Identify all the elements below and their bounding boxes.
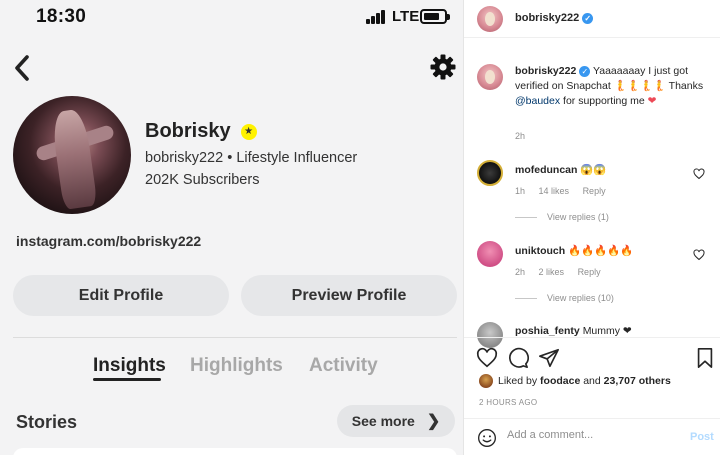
comment-time: 1h <box>515 186 526 196</box>
comment-time: 2h <box>515 267 526 277</box>
share-icon[interactable] <box>538 347 560 369</box>
edit-profile-button[interactable]: Edit Profile <box>13 275 229 316</box>
divider <box>13 337 457 338</box>
comment-meta: 1h 14 likes Reply <box>515 186 617 196</box>
caption-username[interactable]: bobrisky222 <box>515 65 576 77</box>
caption-mention[interactable]: @baudex <box>515 95 560 107</box>
bookmark-icon[interactable] <box>694 347 716 369</box>
tab-activity[interactable]: Activity <box>309 355 378 377</box>
see-more-button[interactable]: See more ❯ <box>337 405 455 437</box>
instagram-post-panel: bobrisky222 ✓ bobrisky222 ✓ Yaaaaaaay I ju… <box>463 0 720 455</box>
comment-text: mofeduncan 😱😱 <box>515 163 607 176</box>
commenter-avatar[interactable] <box>477 160 503 186</box>
caption-timestamp: 2h <box>515 131 526 141</box>
reply-button[interactable]: Reply <box>583 186 606 196</box>
likes-summary: Liked by foodace and 23,707 others <box>479 374 671 388</box>
post-caption: bobrisky222 ✓ Yaaaaaaay I just got verifi… <box>515 64 715 109</box>
signal-icon <box>366 10 388 24</box>
gear-icon[interactable] <box>430 54 456 80</box>
post-actions-bar <box>464 337 720 375</box>
add-comment-bar: Post <box>464 418 720 455</box>
commenter-username[interactable]: poshia_fenty <box>515 325 580 337</box>
comment-body: Mummy ❤ <box>582 325 632 337</box>
stories-card <box>13 448 457 455</box>
verified-icon: ✓ <box>582 12 594 24</box>
handle-category: bobrisky222 • Lifestyle Influencer <box>145 150 358 166</box>
subscriber-count: 202K Subscribers <box>145 172 260 188</box>
profile-avatar[interactable] <box>13 96 131 214</box>
comment-likes[interactable]: 14 likes <box>539 186 570 196</box>
active-tab-indicator <box>93 378 161 381</box>
comment-input[interactable] <box>507 429 677 441</box>
likes-count[interactable]: 23,707 others <box>604 375 671 387</box>
author-username[interactable]: bobrisky222 ✓ <box>515 12 594 24</box>
star-badge-icon: ★ <box>240 123 257 140</box>
chevron-right-icon: ❯ <box>426 413 441 430</box>
comment-icon[interactable] <box>507 347 529 369</box>
comment-text: poshia_fenty Mummy ❤ <box>515 325 632 337</box>
see-more-label: See more <box>351 413 415 429</box>
view-replies-button[interactable]: View replies (10) <box>515 293 614 303</box>
heart-outline-icon[interactable] <box>693 249 705 261</box>
comment-meta: 2h 2 likes Reply <box>515 267 612 277</box>
comment-body: 🔥🔥🔥🔥🔥 <box>568 245 634 257</box>
post-header: bobrisky222 ✓ <box>464 0 720 38</box>
profile-name-row: Bobrisky ★ <box>145 120 257 143</box>
view-replies-button[interactable]: View replies (1) <box>515 212 609 222</box>
commenter-username[interactable]: uniktouch <box>515 245 565 257</box>
liker-avatar <box>479 374 493 388</box>
emoji-icon[interactable] <box>477 428 497 448</box>
commenter-avatar[interactable] <box>477 241 503 267</box>
post-timestamp: 2 HOURS AGO <box>479 398 538 407</box>
caption-avatar[interactable] <box>477 64 503 90</box>
status-time: 18:30 <box>36 6 87 27</box>
likes-middle: and <box>583 374 601 387</box>
tab-insights[interactable]: Insights <box>93 355 166 377</box>
author-avatar[interactable] <box>477 6 503 32</box>
comment-likes[interactable]: 2 likes <box>539 267 565 277</box>
caption-text-after: for supporting me <box>563 95 645 107</box>
network-label: LTE <box>392 8 420 25</box>
reply-button[interactable]: Reply <box>578 267 601 277</box>
display-name: Bobrisky <box>145 120 231 142</box>
verified-icon: ✓ <box>579 65 591 77</box>
heart-outline-icon[interactable] <box>476 347 498 369</box>
likes-prefix: Liked by <box>498 374 538 387</box>
comment-body: 😱😱 <box>580 164 607 176</box>
liker-username[interactable]: foodace <box>540 375 580 387</box>
stories-heading: Stories <box>16 412 78 432</box>
battery-icon <box>420 9 450 24</box>
tab-highlights[interactable]: Highlights <box>190 355 283 377</box>
heart-emoji: ❤ <box>647 95 657 107</box>
heart-outline-icon[interactable] <box>693 168 705 180</box>
snapchat-profile-screen: 18:30 LTE Bobrisky ★ bobrisky222 • Lifes… <box>0 0 463 455</box>
post-comment-button[interactable]: Post <box>690 431 714 443</box>
back-arrow-icon[interactable] <box>12 54 32 82</box>
header-username[interactable]: bobrisky222 <box>515 12 579 24</box>
commenter-username[interactable]: mofeduncan <box>515 164 577 176</box>
profile-website-link[interactable]: instagram.com/bobrisky222 <box>16 233 201 249</box>
preview-profile-button[interactable]: Preview Profile <box>241 275 457 316</box>
comment-text: uniktouch 🔥🔥🔥🔥🔥 <box>515 244 633 257</box>
